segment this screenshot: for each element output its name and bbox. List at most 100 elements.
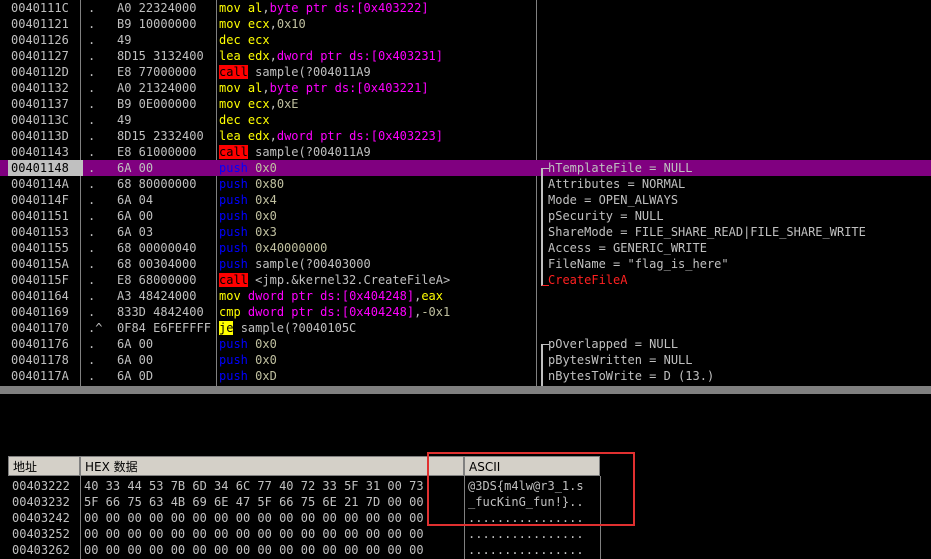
disasm-row[interactable]: 00401169. 833D 4842400 cmp dword ptr ds:[0… [0, 304, 931, 320]
disasm-comment: pOverlapped = NULL [548, 337, 679, 351]
disasm-marker: . [88, 49, 96, 63]
disasm-row[interactable]: 00401178. 6A 00 push 0x0 pBytesWritten = NU… [0, 352, 931, 368]
operand: al [247, 81, 263, 95]
disasm-instruction: mov ecx,0xE [219, 96, 535, 112]
disasm-address: 0040114F [11, 193, 69, 207]
disasm-row[interactable]: 0040114F. 6A 04 push 0x4 Mode = OPEN_ALWAYS [0, 192, 931, 208]
dump-ascii: ................ [468, 543, 584, 557]
dump-row[interactable]: 00403252 00 00 00 00 00 00 00 00 00 00 00… [0, 526, 931, 542]
disasm-row[interactable]: 00401121. B9 10000000 mov ecx,0x10 [0, 16, 931, 32]
disasm-marker: . [88, 33, 96, 47]
operand: dword ptr ds:[0x404248] [247, 305, 415, 319]
disasm-comment [548, 288, 931, 304]
disasm-row[interactable]: 00401164. A3 48424000 mov dword ptr ds:[0x… [0, 288, 931, 304]
disasm-row[interactable]: 0040117A. 6A 0D push 0xD nBytesToWrite = D … [0, 368, 931, 384]
disasm-address: 0040117A [11, 369, 69, 383]
disasm-instruction: mov ecx,0x10 [219, 16, 535, 32]
operand: sample(?00403000 [255, 257, 371, 271]
disasm-marker: . [88, 193, 96, 207]
disasm-row[interactable]: 00401126. 49 dec ecx [0, 32, 931, 48]
disasm-instruction: call <jmp.&kernel32.CreateFileA> [219, 272, 535, 288]
disasm-hex: 6A 0D [117, 369, 154, 383]
disasm-address: 00401127 [11, 49, 69, 63]
operand: sample(?004011A9 [255, 65, 371, 79]
mnemonic: mov [219, 17, 241, 31]
operand: 0x40000000 [255, 241, 328, 255]
disasm-row[interactable]: 00401155. 68 00000040 push 0x40000000 Acces… [0, 240, 931, 256]
disasm-marker: . [88, 97, 96, 111]
disasm-row[interactable]: 00401137. B9 0E000000 mov ecx,0xE [0, 96, 931, 112]
operand: 0x10 [276, 17, 306, 31]
disasm-marker: . [88, 369, 96, 383]
disasm-row[interactable]: 0040114A. 68 80000000 push 0x80 Attributes … [0, 176, 931, 192]
operand: , [269, 17, 277, 31]
disasm-marker: . [88, 225, 96, 239]
disasm-address: 00401121 [11, 17, 69, 31]
disasm-address: 00401153 [11, 225, 69, 239]
disasm-hex: 68 00304000 [117, 257, 197, 271]
mnemonic: call [219, 273, 248, 287]
disasm-address: 00401143 [11, 145, 69, 159]
disasm-instruction: push sample(?00403000 [219, 256, 535, 272]
operand: , [269, 49, 277, 63]
mnemonic: push [219, 337, 248, 351]
disasm-row[interactable]: 0040115A. 68 00304000 push sample(?0040300… [0, 256, 931, 272]
dump-header-address[interactable]: 地址 [8, 456, 80, 476]
mnemonic: mov [219, 81, 241, 95]
disasm-row[interactable]: 00401148. 6A 00 push 0x0 hTemplateFile = NU… [0, 160, 931, 176]
disasm-hex: 6A 00 [117, 209, 154, 223]
disasm-instruction: call sample(?004011A9 [219, 144, 535, 160]
operand: 0x0 [255, 209, 277, 223]
disasm-row[interactable]: 0040115F. E8 68000000 call <jmp.&kernel32.… [0, 272, 931, 288]
disasm-row[interactable]: 0040113C. 49 dec ecx [0, 112, 931, 128]
disasm-instruction: mov al,byte ptr ds:[0x403222] [219, 0, 535, 16]
disasm-row[interactable]: 0040112D. E8 77000000 call sample(?004011A… [0, 64, 931, 80]
disasm-instruction: mov al,byte ptr ds:[0x403221] [219, 80, 535, 96]
operand: dword ptr ds:[0x403231] [276, 49, 444, 63]
disasm-row[interactable]: 00401143. E8 61000000 call sample(?004011A… [0, 144, 931, 160]
disasm-instruction: lea edx,dword ptr ds:[0x403231] [219, 48, 535, 64]
disasm-address: 0040114A [11, 177, 69, 191]
disasm-comment: Attributes = NORMAL [548, 177, 686, 191]
disasm-row[interactable]: 00401127. 8D15 3132400 lea edx,dword ptr d… [0, 48, 931, 64]
disasm-hex: 6A 00 [117, 337, 154, 351]
disasm-hex: E8 77000000 [117, 65, 197, 79]
disasm-hex: E8 68000000 [117, 273, 197, 287]
disasm-hex: B9 10000000 [117, 17, 197, 31]
disasm-row[interactable]: 00401153. 6A 03 push 0x3 ShareMode = FILE_S… [0, 224, 931, 240]
disasm-comment: Access = GENERIC_WRITE [548, 241, 707, 255]
disasm-comment: pSecurity = NULL [548, 209, 664, 223]
operand: 0x4 [255, 193, 277, 207]
disasm-comment: CreateFileA [548, 273, 628, 287]
disasm-row[interactable]: 0040111C. A0 22324000 mov al,byte ptr ds:[… [0, 0, 931, 16]
horizontal-scrollbar[interactable] [0, 386, 931, 394]
operand: , [262, 1, 270, 15]
disasm-marker: . [88, 241, 96, 255]
disasm-instruction: je sample(?0040105C [219, 320, 535, 336]
disasm-hex: B9 0E000000 [117, 97, 197, 111]
dump-row[interactable]: 00403262 00 00 00 00 00 00 00 00 00 00 00… [0, 542, 931, 558]
disassembly-pane[interactable]: 0040111C. A0 22324000 mov al,byte ptr ds:[… [0, 0, 931, 386]
args-bracket [541, 168, 549, 286]
mnemonic: push [219, 241, 248, 255]
disasm-instruction: cmp dword ptr ds:[0x404248],-0x1 [219, 304, 535, 320]
dump-header-hex[interactable]: HEX 数据 [80, 456, 464, 476]
disasm-row[interactable]: 00401176. 6A 00 push 0x0 pOverlapped = NULL [0, 336, 931, 352]
dump-hex: 00 00 00 00 00 00 00 00 00 00 00 00 00 0… [84, 511, 424, 525]
mnemonic: je [219, 321, 234, 335]
disasm-row[interactable]: 00401170 .^ 0F84 E6FEFFFF je sample(?004010… [0, 320, 931, 336]
disasm-address: 00401137 [11, 97, 69, 111]
disasm-instruction: mov dword ptr ds:[0x404248],eax [219, 288, 535, 304]
disasm-address: 0040113C [11, 113, 69, 127]
disasm-instruction: dec ecx [219, 32, 535, 48]
disasm-row[interactable]: 00401151. 6A 00 push 0x0 pSecurity = NULL [0, 208, 931, 224]
disasm-comment [548, 16, 931, 32]
mnemonic: dec [219, 33, 241, 47]
dump-address: 00403252 [12, 527, 70, 541]
mnemonic: push [219, 209, 248, 223]
disasm-instruction: push 0x0 [219, 160, 535, 176]
disasm-address: 00401126 [11, 33, 69, 47]
disasm-row[interactable]: 0040113D. 8D15 2332400 lea edx,dword ptr d… [0, 128, 931, 144]
mnemonic: mov [219, 97, 241, 111]
disasm-row[interactable]: 00401132. A0 21324000 mov al,byte ptr ds:[… [0, 80, 931, 96]
